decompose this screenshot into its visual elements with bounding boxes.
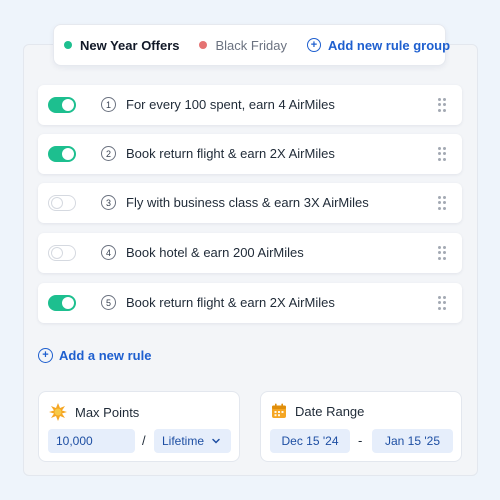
- rule-text: For every 100 spent, earn 4 AirMiles: [126, 97, 335, 112]
- max-points-card: Max Points 10,000 / Lifetime: [38, 391, 240, 462]
- rule-row: 5 Book return flight & earn 2X AirMiles: [38, 283, 462, 323]
- calendar-icon: [272, 403, 286, 418]
- toggle-knob: [51, 197, 63, 209]
- rule-toggle[interactable]: [48, 245, 76, 261]
- inactive-status-dot: [199, 41, 208, 49]
- rule-toggle[interactable]: [48, 97, 76, 113]
- tab-black-friday[interactable]: Black Friday: [199, 38, 287, 53]
- rule-toggle[interactable]: [48, 146, 76, 162]
- rule-row: 4 Book hotel & earn 200 AirMiles: [38, 233, 462, 273]
- sun-icon: [49, 403, 67, 421]
- points-separator: /: [142, 433, 146, 448]
- tab-new-year-offers[interactable]: New Year Offers: [64, 38, 179, 53]
- rule-text: Book return flight & earn 2X AirMiles: [126, 295, 335, 310]
- plus-circle-icon: +: [307, 38, 322, 52]
- add-rule-label: Add a new rule: [59, 348, 152, 363]
- rule-row: 2 Book return flight & earn 2X AirMiles: [38, 134, 462, 174]
- period-select-value: Lifetime: [162, 434, 205, 448]
- toggle-knob: [62, 99, 74, 111]
- drag-handle-icon[interactable]: [438, 147, 446, 161]
- add-rule-group-button[interactable]: + Add new rule group: [307, 38, 450, 53]
- add-rule-button[interactable]: + Add a new rule: [38, 348, 151, 363]
- rule-number: 2: [101, 146, 116, 161]
- drag-handle-icon[interactable]: [438, 98, 446, 112]
- rule-text: Book hotel & earn 200 AirMiles: [126, 245, 304, 260]
- tab-label: Black Friday: [215, 37, 288, 53]
- tab-label: New Year Offers: [80, 37, 180, 53]
- plus-circle-icon: +: [38, 348, 53, 363]
- rule-text: Fly with business class & earn 3X AirMil…: [126, 195, 369, 210]
- rule-number: 3: [101, 195, 116, 210]
- date-range-title: Date Range: [271, 403, 364, 419]
- drag-handle-icon[interactable]: [438, 246, 446, 260]
- date-separator: -: [358, 433, 363, 448]
- toggle-knob: [51, 247, 63, 259]
- max-points-label: Max Points: [75, 404, 140, 420]
- drag-handle-icon[interactable]: [438, 296, 446, 310]
- add-rule-group-label: Add new rule group: [328, 37, 451, 53]
- rule-toggle[interactable]: [48, 295, 76, 311]
- start-date-input[interactable]: Dec 15 '24: [270, 429, 350, 453]
- rule-toggle[interactable]: [48, 195, 76, 211]
- rule-text: Book return flight & earn 2X AirMiles: [126, 146, 335, 161]
- drag-handle-icon[interactable]: [438, 196, 446, 210]
- chevron-down-icon: [212, 438, 220, 444]
- rule-number: 5: [101, 295, 116, 310]
- toggle-knob: [62, 297, 74, 309]
- rule-row: 3 Fly with business class & earn 3X AirM…: [38, 183, 462, 223]
- end-date-input[interactable]: Jan 15 '25: [372, 429, 453, 453]
- rule-number: 1: [101, 97, 116, 112]
- max-points-title: Max Points: [49, 403, 139, 421]
- toggle-knob: [62, 148, 74, 160]
- period-select[interactable]: Lifetime: [154, 429, 231, 453]
- rule-row: 1 For every 100 spent, earn 4 AirMiles: [38, 85, 462, 125]
- date-range-label: Date Range: [295, 403, 365, 419]
- max-points-input[interactable]: 10,000: [48, 429, 135, 453]
- rule-group-tabs: New Year Offers Black Friday + Add new r…: [53, 24, 450, 66]
- rule-number: 4: [101, 245, 116, 260]
- active-status-dot: [64, 41, 72, 49]
- date-range-card: Date Range Dec 15 '24 - Jan 15 '25: [260, 391, 462, 462]
